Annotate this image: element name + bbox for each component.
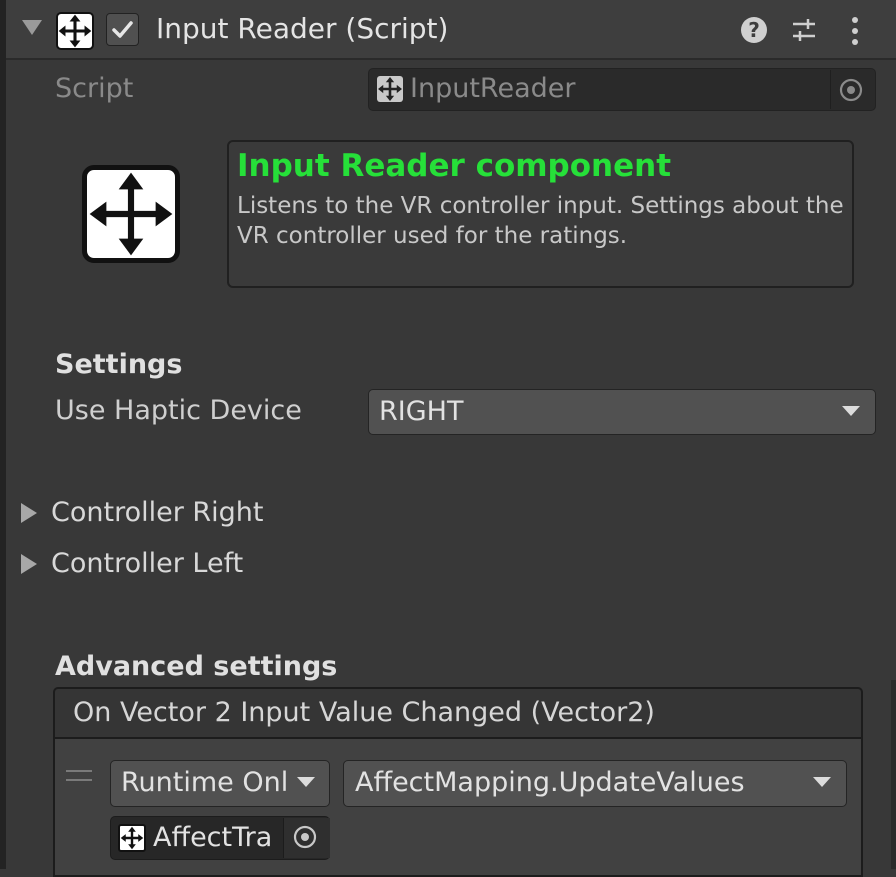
foldout-arrow-icon[interactable] — [22, 20, 42, 35]
dropdown-arrow-icon — [842, 406, 860, 416]
info-title: Input Reader component — [237, 148, 672, 184]
foldout-arrow-icon[interactable] — [21, 503, 37, 523]
kebab-menu-icon[interactable] — [842, 15, 868, 47]
function-value: AffectMapping.UpdateValues — [355, 767, 745, 798]
haptic-value: RIGHT — [379, 396, 464, 427]
settings-heading: Settings — [55, 349, 183, 380]
foldout-controller-left[interactable]: Controller Left — [51, 548, 243, 579]
object-picker-button[interactable] — [283, 818, 330, 858]
object-picker-icon — [293, 825, 317, 849]
script-label: Script — [55, 73, 134, 104]
script-move-icon — [377, 76, 403, 102]
field-divider — [830, 70, 831, 109]
advanced-heading: Advanced settings — [55, 651, 338, 682]
dropdown-arrow-icon — [813, 777, 831, 787]
info-description: Listens to the VR controller input. Sett… — [237, 193, 844, 249]
target-object-value: AffectTra — [153, 822, 273, 853]
checkmark-icon — [112, 21, 133, 38]
enabled-checkbox[interactable] — [106, 13, 139, 46]
object-picker-icon[interactable] — [839, 78, 863, 102]
presets-icon[interactable] — [790, 16, 818, 44]
move-arrows-icon — [56, 12, 94, 50]
foldout-controller-right[interactable]: Controller Right — [51, 497, 264, 528]
dropdown-arrow-icon — [297, 777, 315, 787]
scrollbar[interactable] — [891, 680, 896, 869]
drag-handle-icon[interactable] — [66, 770, 92, 781]
call-state-value: Runtime Onl — [121, 767, 289, 798]
help-icon[interactable]: ? — [741, 17, 767, 43]
script-value: InputReader — [410, 73, 576, 104]
haptic-label: Use Haptic Device — [55, 395, 302, 426]
event-title: On Vector 2 Input Value Changed (Vector2… — [73, 697, 655, 728]
window-edge — [0, 0, 6, 869]
target-move-icon — [118, 824, 146, 852]
component-logo-icon — [82, 165, 180, 263]
component-title: Input Reader (Script) — [156, 12, 449, 45]
foldout-arrow-icon[interactable] — [21, 554, 37, 574]
